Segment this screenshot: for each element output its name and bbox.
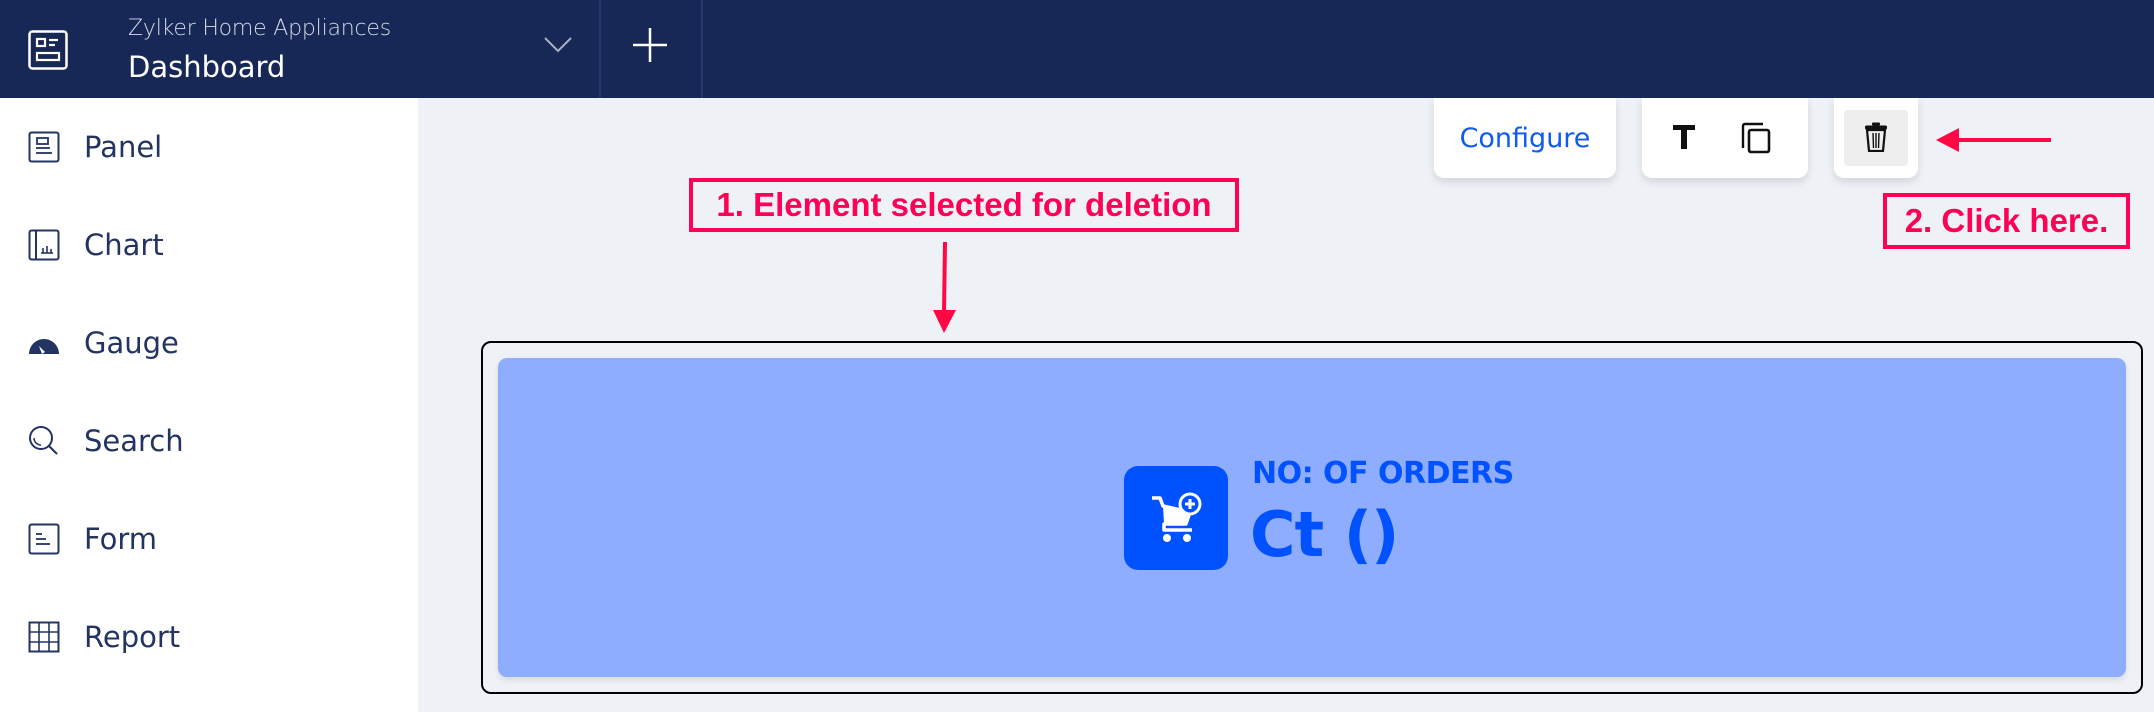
configure-button[interactable]: Configure (1434, 98, 1616, 178)
sidebar-item-label: Gauge (84, 326, 179, 360)
format-toolbar (1642, 98, 1808, 178)
sidebar-item-chart[interactable]: Chart (0, 196, 418, 294)
sidebar-item-label: Form (84, 522, 158, 556)
sidebar-item-form[interactable]: Form (0, 490, 418, 588)
annotation-step-2: 2. Click here. (1883, 193, 2130, 249)
delete-toolbar (1834, 98, 1918, 178)
org-name: Zylker Home Appliances (128, 16, 392, 41)
sidebar-item-report[interactable]: Report (0, 588, 418, 686)
header-divider (701, 0, 703, 98)
kpi-value: Ct () (1250, 498, 1399, 571)
trash-icon (1865, 122, 1887, 152)
sidebar-item-gauge[interactable]: Gauge (0, 294, 418, 392)
search-icon (29, 426, 58, 455)
sidebar-item-label: Panel (84, 130, 163, 164)
annotation-arrow-left (1936, 128, 2051, 152)
gauge-icon (29, 339, 59, 354)
text-icon[interactable] (1672, 124, 1696, 150)
delete-button[interactable] (1844, 110, 1908, 166)
sidebar-item-label: Chart (84, 228, 164, 262)
sidebar-item-search[interactable]: Search (0, 392, 418, 490)
sidebar: Panel Chart Gauge Search Form Report (0, 98, 418, 712)
cart-add-icon (1152, 492, 1202, 542)
kpi-label: NO: OF ORDERS (1252, 456, 1514, 491)
chevron-down-icon[interactable] (543, 35, 573, 55)
chart-icon (28, 229, 60, 261)
sidebar-item-label: Report (84, 620, 181, 654)
kpi-icon-box (1124, 466, 1228, 570)
sidebar-item-label: Search (84, 424, 184, 458)
form-icon (28, 523, 60, 555)
annotation-step-1: 1. Element selected for deletion (689, 178, 1239, 232)
panel-icon (28, 131, 60, 163)
top-header: Zylker Home Appliances Dashboard (0, 0, 2154, 98)
page-title: Dashboard (128, 50, 286, 84)
dashboard-icon[interactable] (28, 30, 68, 70)
report-grid-icon (28, 621, 60, 653)
header-divider (599, 0, 601, 98)
plus-icon[interactable] (632, 27, 668, 63)
annotation-arrow-down (933, 241, 956, 333)
copy-icon[interactable] (1741, 122, 1771, 154)
sidebar-item-panel[interactable]: Panel (0, 98, 418, 196)
